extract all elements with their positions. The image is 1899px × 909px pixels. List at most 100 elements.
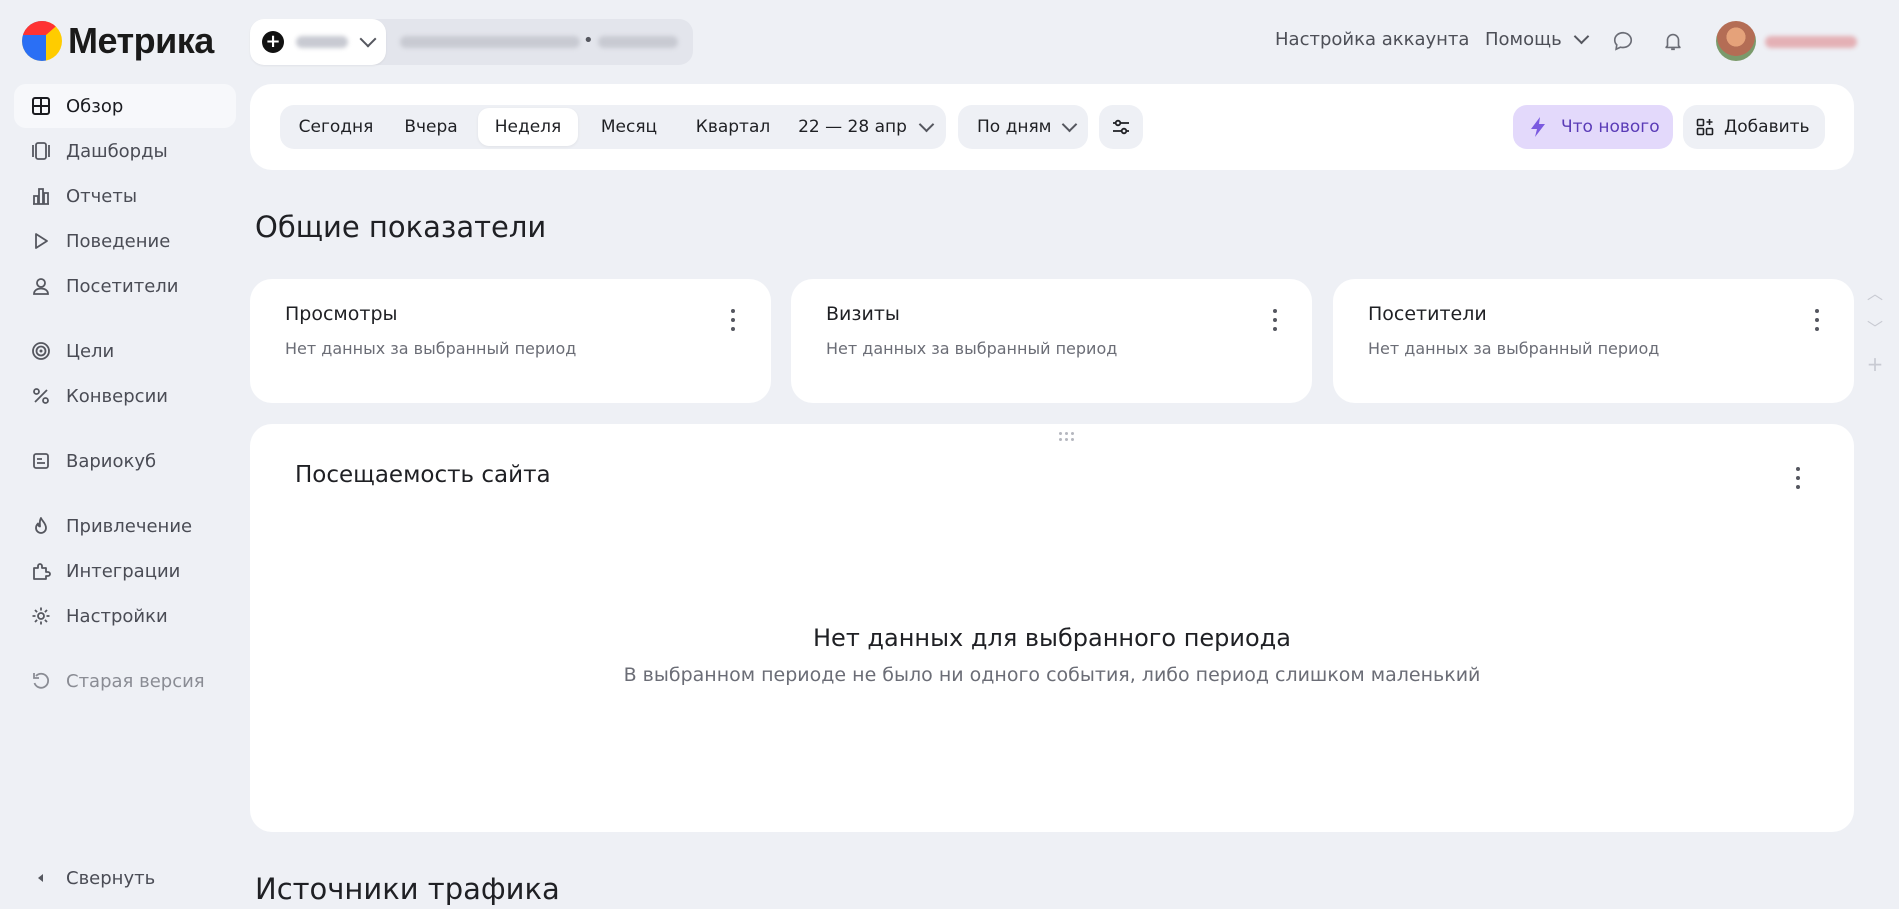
metric-title: Просмотры xyxy=(285,303,398,325)
counter-name-redacted xyxy=(296,36,348,48)
variocube-icon xyxy=(30,450,52,472)
undo-icon xyxy=(30,670,52,692)
puzzle-icon xyxy=(30,560,52,582)
sidebar-item-label: Отчеты xyxy=(66,185,138,207)
chevron-down-icon xyxy=(918,116,935,132)
sidebar-item-acquisition[interactable]: Привлечение xyxy=(14,504,236,548)
section-title: Общие показатели xyxy=(255,210,547,244)
whats-new-button[interactable]: Что нового xyxy=(1513,105,1673,149)
more-vertical-icon[interactable] xyxy=(1795,467,1801,489)
period-yesterday[interactable]: Вчера xyxy=(389,108,473,146)
lightning-icon xyxy=(1531,117,1545,137)
more-vertical-icon[interactable] xyxy=(730,309,736,331)
help-menu[interactable]: Помощь xyxy=(1485,28,1589,50)
collapse-label: Свернуть xyxy=(66,867,156,889)
grouping-select[interactable]: По дням xyxy=(958,105,1088,149)
percent-icon xyxy=(30,385,52,407)
app-logo[interactable]: Метрика xyxy=(22,18,214,64)
collapse-arrow-icon xyxy=(30,867,52,889)
sidebar-item-visitors[interactable]: Посетители xyxy=(14,264,236,308)
chevron-up-icon[interactable]: ︿ xyxy=(1866,285,1884,303)
site-url-redacted xyxy=(400,36,580,48)
sidebar-item-settings[interactable]: Настройки xyxy=(14,594,236,638)
separator-dot: • xyxy=(583,30,594,51)
bell-icon[interactable] xyxy=(1662,30,1684,52)
flame-icon xyxy=(30,515,52,537)
metric-title: Посетители xyxy=(1368,303,1487,325)
metric-note: Нет данных за выбранный период xyxy=(285,339,577,358)
date-range-label: 22 — 28 апр xyxy=(798,117,907,137)
person-icon xyxy=(30,275,52,297)
account-settings-link[interactable]: Настройка аккаунта xyxy=(1275,29,1469,50)
sidebar-item-label: Привлечение xyxy=(66,515,193,537)
chevron-down-icon[interactable]: ﹀ xyxy=(1866,320,1884,338)
metric-title: Визиты xyxy=(826,303,900,325)
sidebar-item-variocube[interactable]: Вариокуб xyxy=(14,439,236,483)
chevron-down-icon xyxy=(1573,28,1589,45)
play-icon xyxy=(30,230,52,252)
add-counter-icon[interactable]: + xyxy=(262,31,284,53)
gear-icon xyxy=(30,605,52,627)
period-quarter[interactable]: Квартал xyxy=(678,108,788,146)
sidebar-item-integrations[interactable]: Интеграции xyxy=(14,549,236,593)
sidebar-item-label: Старая версия xyxy=(66,670,205,692)
metric-card-visits: Визиты Нет данных за выбранный период xyxy=(791,279,1312,403)
empty-state-title: Нет данных для выбранного периода xyxy=(813,624,1291,652)
more-vertical-icon[interactable] xyxy=(1814,309,1820,331)
app-name: Метрика xyxy=(68,20,214,61)
sidebar-item-dashboards[interactable]: Дашборды xyxy=(14,129,236,173)
metric-card-pageviews: Просмотры Нет данных за выбранный период xyxy=(250,279,771,403)
help-label: Помощь xyxy=(1485,29,1562,50)
metric-note: Нет данных за выбранный период xyxy=(826,339,1118,358)
counter-id-redacted xyxy=(598,36,678,48)
whats-new-label: Что нового xyxy=(1561,117,1660,137)
period-today[interactable]: Сегодня xyxy=(283,108,389,146)
period-segmented-control: Сегодня Вчера Неделя Месяц Квартал 22 — … xyxy=(280,105,946,149)
add-widget-icon xyxy=(1696,118,1714,136)
sliders-icon xyxy=(1113,119,1129,135)
empty-state-subtitle: В выбранном периоде не было ни одного со… xyxy=(623,664,1481,686)
sidebar-item-label: Дашборды xyxy=(66,140,168,162)
sidebar-item-conversions[interactable]: Конверсии xyxy=(14,374,236,418)
sidebar-item-label: Посетители xyxy=(66,275,179,297)
counter-selector[interactable]: + • xyxy=(250,19,693,65)
bar-chart-icon xyxy=(30,185,52,207)
plus-icon[interactable]: + xyxy=(1866,354,1884,374)
counter-dropdown[interactable]: + xyxy=(250,19,386,65)
sidebar-item-reports[interactable]: Отчеты xyxy=(14,174,236,218)
more-vertical-icon[interactable] xyxy=(1272,309,1278,331)
metrika-logo-icon xyxy=(22,21,62,61)
grouping-label: По дням xyxy=(977,117,1052,137)
sidebar-item-label: Интеграции xyxy=(66,560,181,582)
sidebar-item-label: Обзор xyxy=(66,95,124,117)
traffic-sources-title: Источники трафика xyxy=(255,872,560,906)
sidebar-item-label: Поведение xyxy=(66,230,171,252)
chat-icon[interactable] xyxy=(1612,30,1634,52)
user-avatar[interactable] xyxy=(1716,21,1756,61)
traffic-card: Посещаемость сайта Нет данных для выбран… xyxy=(250,424,1854,832)
sidebar-item-label: Конверсии xyxy=(66,385,168,407)
sidebar-item-goals[interactable]: Цели xyxy=(14,329,236,373)
add-label: Добавить xyxy=(1724,117,1810,137)
sidebar-item-label: Вариокуб xyxy=(66,450,157,472)
period-week[interactable]: Неделя xyxy=(478,108,578,146)
username-redacted[interactable] xyxy=(1765,36,1857,48)
chevron-down-icon xyxy=(359,30,377,48)
sidebar-item-old-version[interactable]: Старая версия xyxy=(14,659,236,703)
chevron-down-icon xyxy=(1061,116,1077,132)
sidebar-item-label: Цели xyxy=(66,340,115,362)
sidebar-item-behavior[interactable]: Поведение xyxy=(14,219,236,263)
grid-icon xyxy=(30,95,52,117)
traffic-card-title: Посещаемость сайта xyxy=(295,462,551,488)
drag-handle-icon[interactable] xyxy=(1059,432,1075,442)
filters-button[interactable] xyxy=(1099,105,1143,149)
sidebar-item-overview[interactable]: Обзор xyxy=(14,84,236,128)
dashboards-icon xyxy=(30,140,52,162)
date-range-picker[interactable]: 22 — 28 апр xyxy=(790,108,940,146)
sidebar-collapse-button[interactable]: Свернуть xyxy=(14,856,236,900)
metric-card-visitors: Посетители Нет данных за выбранный перио… xyxy=(1333,279,1854,403)
add-widget-button[interactable]: Добавить xyxy=(1683,105,1825,149)
period-month[interactable]: Месяц xyxy=(580,108,678,146)
target-icon xyxy=(30,340,52,362)
metric-note: Нет данных за выбранный период xyxy=(1368,339,1660,358)
